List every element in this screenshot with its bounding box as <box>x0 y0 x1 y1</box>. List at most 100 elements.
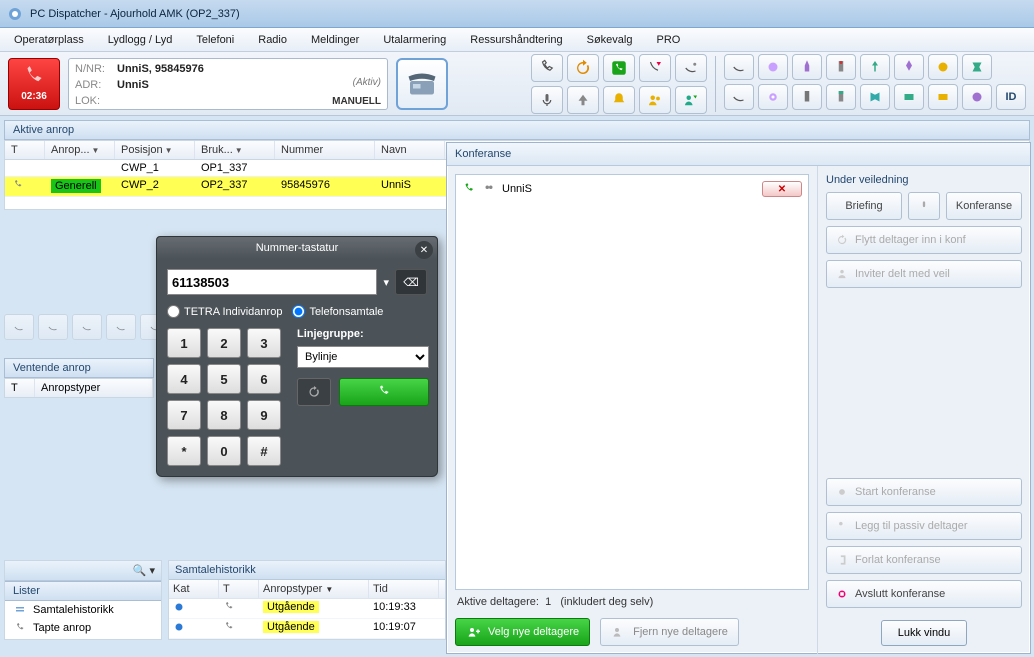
history-row[interactable]: Utgående 10:19:33 <box>169 599 445 619</box>
remove-participants-button[interactable]: Fjern nye deltagere <box>600 618 739 646</box>
tool-phone-green[interactable] <box>603 54 635 82</box>
key-star[interactable]: * <box>167 436 201 466</box>
dialer-number-input[interactable] <box>167 269 377 295</box>
hist-col-type[interactable]: Anropstyper ▼ <box>259 580 369 598</box>
key-6[interactable]: 6 <box>247 364 281 394</box>
strip-btn-4[interactable] <box>106 314 136 340</box>
strip-btn-1[interactable] <box>4 314 34 340</box>
menu-lydlogg[interactable]: Lydlogg / Lyd <box>100 32 181 48</box>
col-anrop[interactable]: Anrop...▼ <box>45 141 115 159</box>
grid-tool-2[interactable] <box>758 54 788 80</box>
grid-tool-11[interactable] <box>792 84 822 110</box>
key-9[interactable]: 9 <box>247 400 281 430</box>
col-num[interactable]: Nummer <box>275 141 375 159</box>
strip-btn-2[interactable] <box>38 314 68 340</box>
col-navn[interactable]: Navn <box>375 141 445 159</box>
menu-sokevalg[interactable]: Søkevalg <box>579 32 641 48</box>
mic-button[interactable] <box>908 192 940 220</box>
tool-up[interactable] <box>567 86 599 114</box>
grid-tool-10[interactable] <box>758 84 788 110</box>
briefing-button[interactable]: Briefing <box>826 192 902 220</box>
grid-tool-6[interactable] <box>894 54 924 80</box>
dialer-keypad: 1 2 3 4 5 6 7 8 9 * 0 # <box>167 328 281 466</box>
grid-tool-15[interactable] <box>928 84 958 110</box>
tool-people-green[interactable] <box>675 86 707 114</box>
close-window-button[interactable]: Lukk vindu <box>881 620 968 646</box>
menu-radio[interactable]: Radio <box>250 32 295 48</box>
grid-tool-14[interactable] <box>894 84 924 110</box>
list-item[interactable]: Tapte anrop <box>5 619 161 637</box>
grid-tool-4[interactable] <box>826 54 856 80</box>
tool-phone-grey[interactable] <box>531 54 563 82</box>
menu-telefoni[interactable]: Telefoni <box>188 32 242 48</box>
waiting-col-type[interactable]: Anropstyper <box>35 379 153 397</box>
history-row[interactable]: Utgående 10:19:07 <box>169 619 445 639</box>
menu-pro[interactable]: PRO <box>648 32 688 48</box>
add-passive-button[interactable]: Legg til passiv deltager <box>826 512 1022 540</box>
grid-tool-16[interactable] <box>962 84 992 110</box>
key-3[interactable]: 3 <box>247 328 281 358</box>
strip-btn-3[interactable] <box>72 314 102 340</box>
move-participant-button[interactable]: Flytt deltager inn i konf <box>826 226 1022 254</box>
grid-tool-13[interactable] <box>860 84 890 110</box>
dialer-backspace[interactable]: ⌫ <box>395 269 427 295</box>
menu-ressurs[interactable]: Ressurshåndtering <box>462 32 570 48</box>
hist-col-kat[interactable]: Kat <box>169 580 219 598</box>
list-item[interactable]: Samtalehistorikk <box>5 601 161 619</box>
grid-tool-8[interactable] <box>962 54 992 80</box>
key-1[interactable]: 1 <box>167 328 201 358</box>
konferanse-button[interactable]: Konferanse <box>946 192 1022 220</box>
leave-conference-button[interactable]: Forlat konferanse <box>826 546 1022 574</box>
select-participants-button[interactable]: Velg nye deltagere <box>455 618 590 646</box>
tool-refresh[interactable] <box>567 54 599 82</box>
participant-row[interactable]: UnniS ✕ <box>460 179 804 199</box>
key-0[interactable]: 0 <box>207 436 241 466</box>
history-panel: Samtalehistorikk Kat T Anropstyper ▼ Tid… <box>168 560 446 640</box>
col-pos[interactable]: Posisjon▼ <box>115 141 195 159</box>
grid-tool-9[interactable] <box>724 84 754 110</box>
tool-phone-hand[interactable] <box>675 54 707 82</box>
grid-tool-7[interactable] <box>928 54 958 80</box>
tool-people[interactable] <box>639 86 671 114</box>
person-icon <box>835 267 849 281</box>
menu-operatorplass[interactable]: Operatørplass <box>6 32 92 48</box>
start-conference-button[interactable]: Start konferanse <box>826 478 1022 506</box>
radio-tetra[interactable]: TETRA Individanrop <box>167 305 282 318</box>
phone-device-button[interactable] <box>396 58 448 110</box>
key-hash[interactable]: # <box>247 436 281 466</box>
tool-phone-arrow[interactable] <box>639 54 671 82</box>
tool-bell[interactable] <box>603 86 635 114</box>
radio-telefon[interactable]: Telefonsamtale <box>292 305 383 318</box>
active-call-badge[interactable]: 02:36 <box>8 58 60 110</box>
key-5[interactable]: 5 <box>207 364 241 394</box>
people-icon <box>482 182 496 196</box>
linegroup-select[interactable]: Bylinje <box>297 346 429 368</box>
col-bruk[interactable]: Bruk...▼ <box>195 141 275 159</box>
dialer-call-button[interactable] <box>339 378 429 406</box>
dialer-refresh[interactable] <box>297 378 331 406</box>
tool-mic[interactable] <box>531 86 563 114</box>
search-icon[interactable]: 🔍 ▾ <box>133 564 155 577</box>
people-minus-icon <box>611 624 627 640</box>
hist-col-t[interactable]: T <box>219 580 259 598</box>
key-4[interactable]: 4 <box>167 364 201 394</box>
conference-panel: Konferanse UnniS ✕ Aktive deltagere: 1 (… <box>446 142 1031 654</box>
waiting-calls-section: Ventende anrop T Anropstyper <box>4 358 154 398</box>
col-t[interactable]: T <box>5 141 45 159</box>
menu-utalarmering[interactable]: Utalarmering <box>375 32 454 48</box>
id-button[interactable]: ID <box>996 84 1026 110</box>
key-8[interactable]: 8 <box>207 400 241 430</box>
grid-tool-1[interactable] <box>724 54 754 80</box>
remove-participant[interactable]: ✕ <box>762 181 802 197</box>
grid-tool-5[interactable] <box>860 54 890 80</box>
hist-col-tid[interactable]: Tid <box>369 580 439 598</box>
key-7[interactable]: 7 <box>167 400 201 430</box>
grid-tool-12[interactable] <box>826 84 856 110</box>
menu-meldinger[interactable]: Meldinger <box>303 32 367 48</box>
invite-participant-button[interactable]: Inviter delt med veil <box>826 260 1022 288</box>
grid-tool-3[interactable] <box>792 54 822 80</box>
waiting-col-t[interactable]: T <box>5 379 35 397</box>
dialer-close-button[interactable]: ✕ <box>415 241 433 259</box>
key-2[interactable]: 2 <box>207 328 241 358</box>
end-conference-button[interactable]: Avslutt konferanse <box>826 580 1022 608</box>
